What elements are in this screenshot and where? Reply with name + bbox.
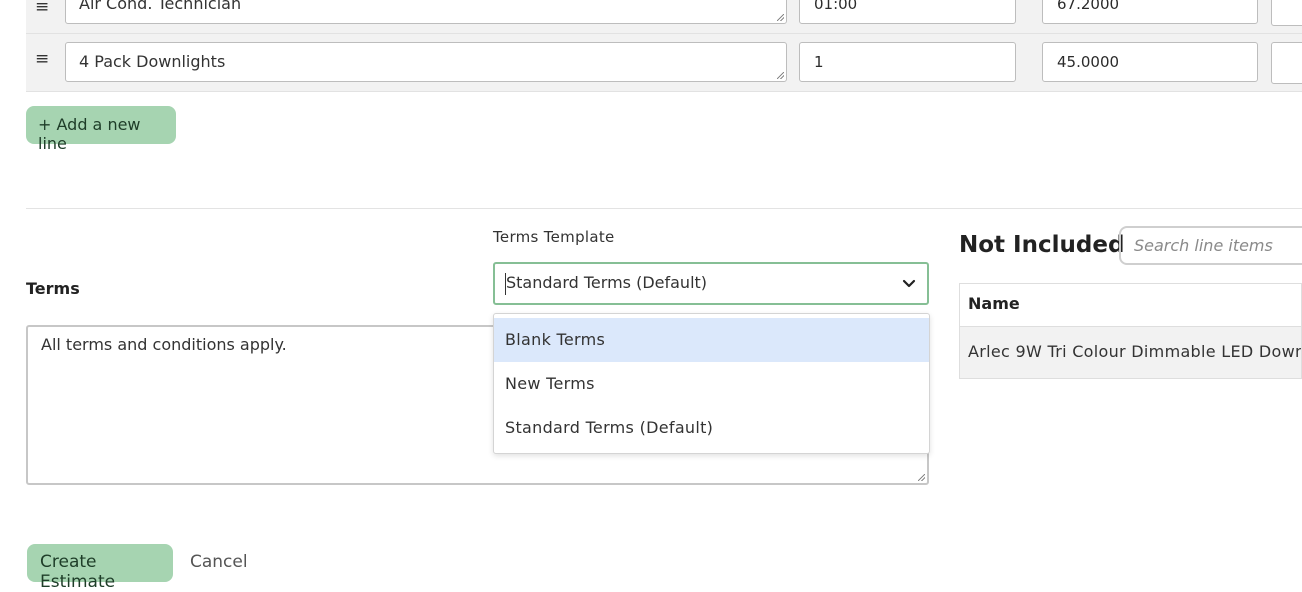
dropdown-option-standard-terms[interactable]: Standard Terms (Default): [494, 406, 929, 450]
chevron-down-icon[interactable]: [901, 276, 917, 292]
resize-handle-icon[interactable]: [777, 72, 784, 79]
terms-template-selected-value: Standard Terms (Default): [506, 273, 708, 292]
line-item-unit-price[interactable]: 45.0000: [1042, 42, 1258, 82]
line-item-quantity[interactable]: 01:00: [799, 0, 1016, 24]
line-item-description-text: 4 Pack Downlights: [79, 52, 226, 71]
drag-handle-icon[interactable]: ≡: [35, 49, 49, 69]
terms-template-dropdown: Blank Terms New Terms Standard Terms (De…: [493, 313, 930, 454]
resize-handle-icon[interactable]: [918, 474, 925, 481]
not-included-row[interactable]: Arlec 9W Tri Colour Dimmable LED Downlig…: [959, 326, 1302, 379]
text-cursor: [505, 273, 506, 295]
terms-template-label: Terms Template: [493, 228, 615, 246]
line-item-quantity[interactable]: 1: [799, 42, 1016, 82]
not-included-column-header: Name: [959, 283, 1302, 326]
cancel-link[interactable]: Cancel: [190, 552, 248, 572]
line-item-description-text: Air Cond. Technician: [79, 0, 242, 13]
line-item-unit-price[interactable]: 67.2000: [1042, 0, 1258, 24]
resize-handle-icon[interactable]: [777, 14, 784, 21]
terms-template-select[interactable]: Standard Terms (Default): [493, 262, 929, 305]
line-item-description[interactable]: Air Cond. Technician: [65, 0, 787, 24]
line-item-row: ≡ 4 Pack Downlights 1 45.0000: [26, 33, 1302, 92]
section-divider: [26, 208, 1302, 209]
dropdown-option-blank-terms[interactable]: Blank Terms: [494, 318, 929, 362]
line-item-extra-field[interactable]: [1271, 0, 1302, 26]
search-line-items-input[interactable]: Search line items: [1119, 226, 1302, 265]
create-estimate-button[interactable]: Create Estimate: [27, 544, 173, 592]
line-item-row: ≡ Air Cond. Technician 01:00 67.2000: [26, 0, 1302, 35]
line-item-description[interactable]: 4 Pack Downlights: [65, 42, 787, 82]
line-item-extra-field[interactable]: [1271, 42, 1302, 84]
not-included-title: Not Included: [959, 232, 1125, 258]
drag-handle-icon[interactable]: ≡: [35, 0, 49, 17]
dropdown-option-new-terms[interactable]: New Terms: [494, 362, 929, 406]
terms-text: All terms and conditions apply.: [41, 335, 287, 354]
terms-label: Terms: [26, 279, 80, 298]
add-line-button[interactable]: + Add a new line: [26, 106, 176, 153]
